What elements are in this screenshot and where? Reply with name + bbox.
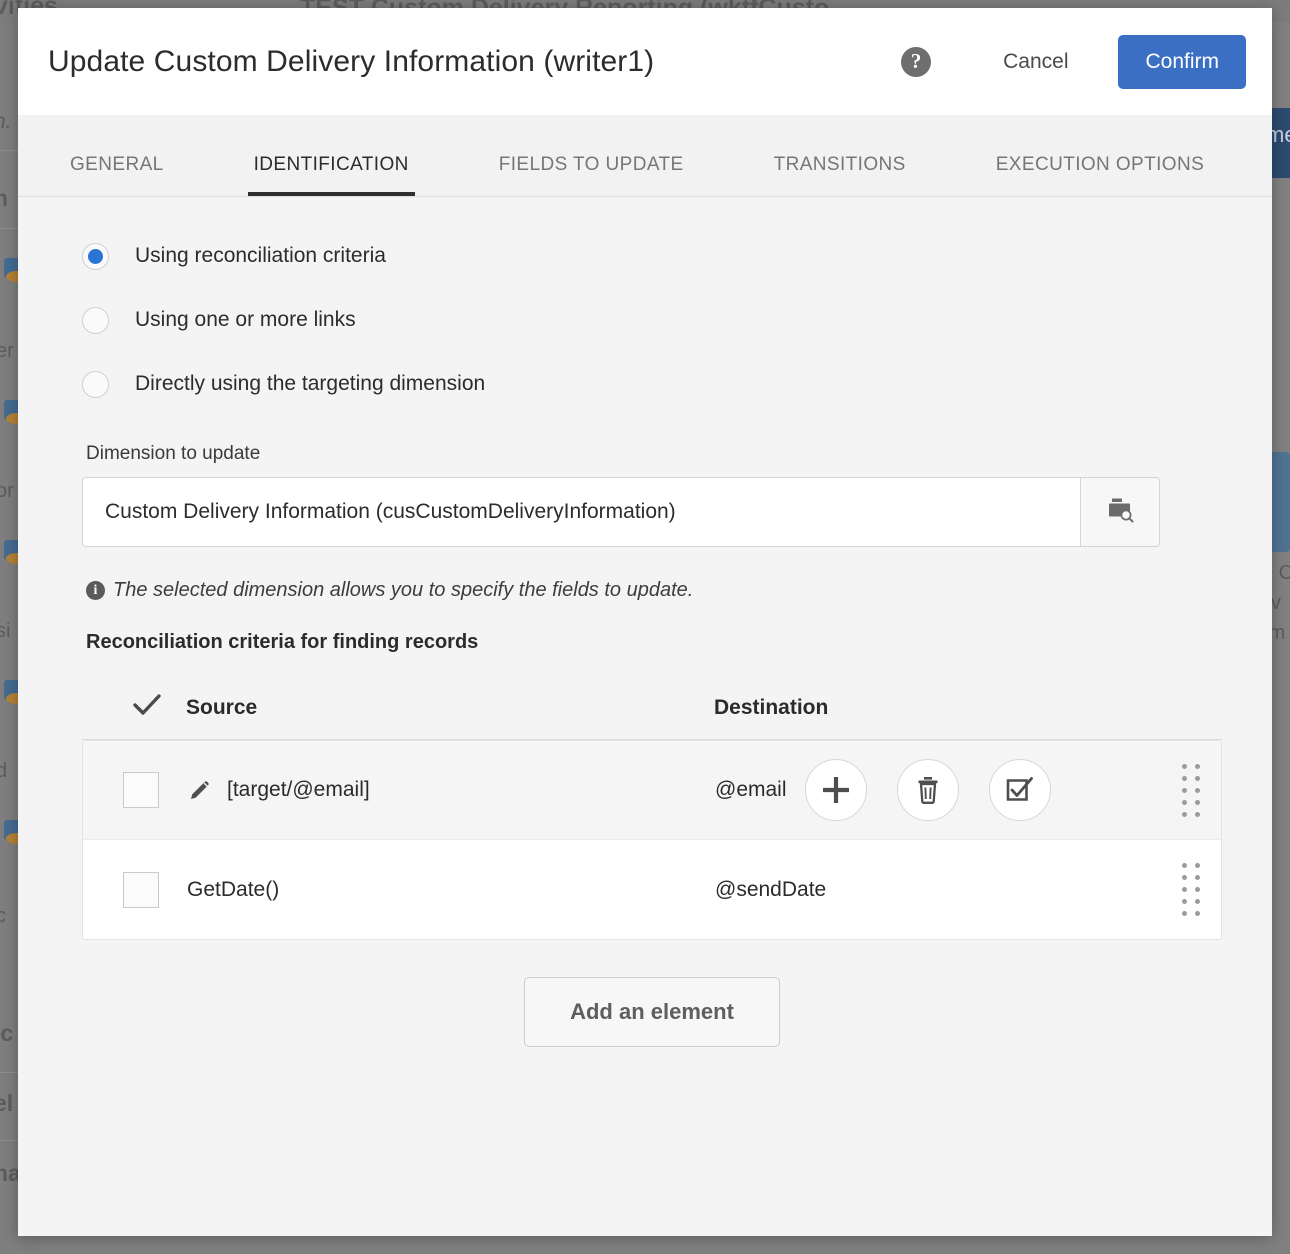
row-destination-cell: @sendDate bbox=[715, 878, 1161, 902]
table-row[interactable]: GetDate() @sendDate bbox=[83, 840, 1221, 939]
radio-label: Using reconciliation criteria bbox=[135, 244, 386, 267]
help-icon[interactable]: ? bbox=[901, 46, 932, 77]
radio-label: Using one or more links bbox=[135, 308, 356, 331]
identification-mode-radio-group: Using reconciliation criteria Using one … bbox=[82, 233, 1208, 407]
row-drag-handle-cell bbox=[1161, 863, 1221, 916]
backdrop-fragment: el bbox=[0, 1090, 14, 1116]
drag-handle-icon[interactable] bbox=[1182, 863, 1200, 916]
dialog-tabbar: GENERAL IDENTIFICATION FIELDS TO UPDATE … bbox=[18, 115, 1272, 197]
backdrop-fragment: or bbox=[0, 480, 14, 502]
table-header-row: Source Destination bbox=[82, 676, 1222, 740]
radio-indicator[interactable] bbox=[82, 370, 109, 398]
column-header-destination: Destination bbox=[714, 696, 1162, 720]
column-header-source: Source bbox=[186, 696, 714, 720]
dialog-header: Update Custom Delivery Information (writ… bbox=[18, 8, 1272, 115]
radio-indicator[interactable] bbox=[82, 306, 109, 334]
dialog-body: Using reconciliation criteria Using one … bbox=[18, 197, 1272, 1236]
column-header-label: Source bbox=[186, 695, 258, 719]
row-source-cell: [target/@email] bbox=[187, 777, 715, 803]
row-destination-text: @email bbox=[715, 778, 787, 801]
backdrop-fragment: er bbox=[0, 340, 14, 362]
info-icon: i bbox=[86, 581, 105, 600]
row-destination-text: @sendDate bbox=[715, 877, 827, 901]
row-checkbox[interactable] bbox=[123, 772, 159, 808]
radio-option-reconciliation-criteria[interactable]: Using reconciliation criteria bbox=[82, 233, 1208, 279]
dimension-browse-button[interactable] bbox=[1080, 477, 1160, 547]
tab-transitions[interactable]: TRANSITIONS bbox=[768, 154, 912, 196]
add-icon[interactable] bbox=[804, 759, 867, 821]
radio-option-targeting-dimension[interactable]: Directly using the targeting dimension bbox=[82, 361, 1208, 407]
row-select-cell bbox=[101, 871, 187, 908]
dialog-title: Update Custom Delivery Information (writ… bbox=[48, 44, 655, 78]
row-source-cell: GetDate() bbox=[187, 878, 715, 902]
table-body: [target/@email] @email GetDate() @sendDa… bbox=[82, 740, 1222, 940]
tab-execution-options[interactable]: EXECUTION OPTIONS bbox=[990, 154, 1210, 196]
reconciliation-criteria-table: Source Destination [target/@email] @emai… bbox=[82, 676, 1222, 940]
column-select-all[interactable] bbox=[100, 692, 186, 724]
folder-search-icon bbox=[1105, 496, 1135, 529]
radio-label: Directly using the targeting dimension bbox=[135, 372, 486, 395]
confirm-button[interactable]: Confirm bbox=[1118, 34, 1246, 89]
select-icon[interactable] bbox=[988, 759, 1051, 821]
backdrop-fragment: h. bbox=[0, 110, 12, 133]
check-icon[interactable] bbox=[132, 692, 162, 724]
add-element-wrapper: Add an element bbox=[82, 977, 1222, 1047]
column-header-label: Destination bbox=[714, 695, 829, 719]
radio-option-one-or-more-links[interactable]: Using one or more links bbox=[82, 297, 1208, 343]
table-row[interactable]: [target/@email] @email bbox=[83, 741, 1221, 840]
drag-handle-icon[interactable] bbox=[1182, 763, 1200, 817]
pencil-icon[interactable] bbox=[187, 777, 213, 803]
backdrop-fragment: c bbox=[0, 905, 6, 927]
radio-indicator-selected[interactable] bbox=[82, 242, 109, 270]
row-source-text: GetDate() bbox=[187, 877, 280, 901]
update-custom-delivery-information-dialog: Update Custom Delivery Information (writ… bbox=[18, 8, 1272, 1236]
row-destination-cell: @email bbox=[715, 759, 1161, 821]
row-checkbox[interactable] bbox=[123, 871, 159, 908]
row-source-text: [target/@email] bbox=[227, 778, 370, 801]
row-action-group bbox=[804, 759, 1051, 821]
row-select-cell bbox=[101, 772, 187, 808]
delete-icon[interactable] bbox=[896, 759, 959, 821]
backdrop-fragment: ic bbox=[0, 1020, 14, 1046]
reconciliation-section-title: Reconciliation criteria for finding reco… bbox=[86, 631, 479, 653]
info-text: The selected dimension allows you to spe… bbox=[113, 579, 694, 601]
tab-identification[interactable]: IDENTIFICATION bbox=[247, 154, 415, 196]
tab-fields-to-update[interactable]: FIELDS TO UPDATE bbox=[493, 154, 690, 196]
dimension-field-label: Dimension to update bbox=[86, 443, 261, 464]
row-drag-handle-cell bbox=[1161, 763, 1221, 817]
backdrop-fragment: n bbox=[0, 185, 9, 211]
cancel-button[interactable]: Cancel bbox=[989, 40, 1082, 84]
dimension-info-message: i The selected dimension allows you to s… bbox=[86, 579, 1208, 602]
dimension-input[interactable] bbox=[82, 477, 1080, 547]
tab-general[interactable]: GENERAL bbox=[64, 154, 170, 196]
backdrop-fragment: d bbox=[0, 760, 8, 782]
add-an-element-button[interactable]: Add an element bbox=[524, 977, 780, 1047]
backdrop-fragment: si bbox=[0, 620, 11, 642]
dimension-field-wrapper bbox=[82, 477, 1160, 547]
